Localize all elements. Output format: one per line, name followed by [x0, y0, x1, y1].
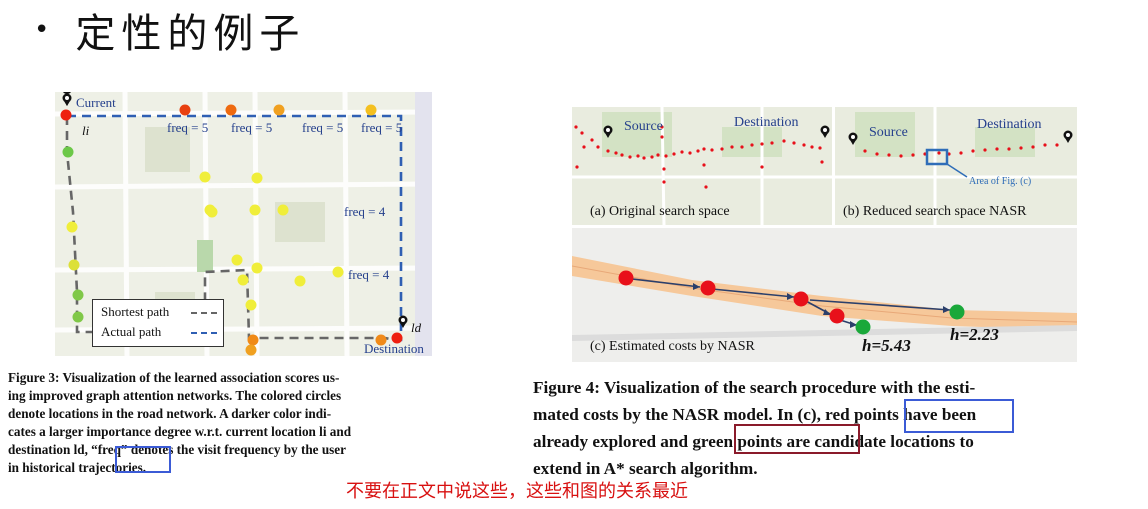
freq-label-1: freq = 5 [167, 120, 209, 135]
legend-shortest-line [191, 312, 217, 314]
annotation-note: 不要在正文中说这些，这些和图的关系最近 [346, 481, 688, 502]
slide-title-row: • 定性的例子 [34, 2, 305, 58]
caption3-line-3: denote locations in the road network. A … [8, 406, 332, 421]
slide-title: 定性的例子 [75, 11, 306, 57]
li-label: li [82, 123, 90, 138]
freq-label-4: freq = 5 [361, 120, 403, 135]
figure4-panel-b: Source Destination Area of Fig. (c) (b) … [835, 107, 1077, 225]
panel-c-caption: (c) Estimated costs by NASR [590, 339, 755, 354]
green-point [949, 304, 965, 320]
freq-highlight-box [115, 446, 171, 473]
green-point [855, 319, 871, 335]
legend-actual-label: Actual path [101, 324, 162, 339]
panel-a-destination: Destination [734, 115, 799, 130]
ld-label: ld [411, 320, 422, 335]
destination-pin-icon [1063, 130, 1073, 143]
red-point [793, 291, 809, 307]
figure4-panel-a: Source Destination (a) Original search s… [572, 107, 832, 225]
caption3-line-6: in historical trajectories. [8, 460, 147, 475]
panel-b-area-label: Area of Fig. (c) [969, 176, 1032, 187]
freq-label-3: freq = 5 [302, 120, 344, 135]
current-label: Current [76, 95, 116, 110]
panel-a-source: Source [624, 119, 663, 134]
freq-label-right-2: freq = 4 [348, 267, 390, 282]
green-points-highlight-box [734, 424, 860, 454]
current-pin-icon [62, 92, 72, 106]
panel-b-destination: Destination [977, 117, 1042, 132]
legend-actual-line [191, 332, 217, 334]
panel-b-caption: (b) Reduced search space NASR [843, 204, 1027, 219]
destination-pin-icon [820, 125, 830, 138]
freq-label-right-1: freq = 4 [344, 204, 386, 219]
caption3-line-5: destination ld, “freq” denotes the visit… [8, 442, 346, 457]
red-point [829, 308, 845, 324]
panel-b-source: Source [869, 125, 908, 140]
red-point [618, 270, 634, 286]
h-value-1: h=5.43 [862, 336, 911, 355]
figure3-map: Current li freq = 5 freq = 5 freq = 5 fr… [55, 92, 432, 356]
destination-label: Destination [364, 341, 424, 356]
figure3-legend: Shortest path Actual path [92, 299, 224, 347]
bullet-icon: • [34, 15, 50, 45]
legend-shortest-label: Shortest path [101, 304, 170, 319]
caption4-line-1: Figure 4: Visualization of the search pr… [533, 378, 976, 397]
red-point [700, 280, 716, 296]
area-box [925, 148, 949, 166]
caption3-line-2: ing improved graph attention networks. T… [8, 388, 342, 403]
red-points-highlight-box [904, 399, 1014, 433]
caption3-line-1: Figure 3: Visualization of the learned a… [8, 370, 340, 385]
panel-a-caption: (a) Original search space [590, 204, 730, 219]
caption3-line-4: cates a larger importance degree w.r.t. … [8, 424, 352, 439]
figure3-caption: Figure 3: Visualization of the learned a… [8, 369, 351, 477]
h-value-2: h=2.23 [950, 325, 999, 344]
figure4-panel-c: (c) Estimated costs by NASR h=5.43 h=2.2… [572, 228, 1077, 362]
freq-label-2: freq = 5 [231, 120, 273, 135]
